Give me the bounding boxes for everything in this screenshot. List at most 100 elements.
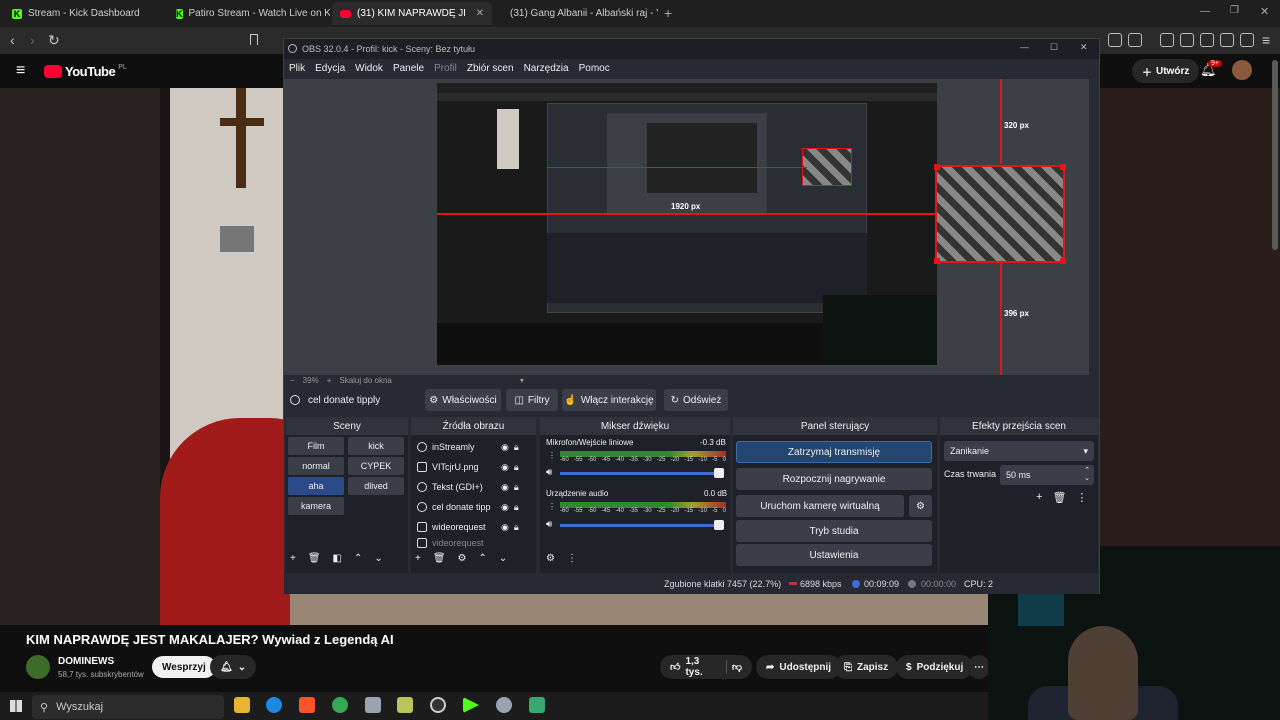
leo-icon[interactable]	[1220, 33, 1234, 47]
resize-handle[interactable]	[934, 258, 940, 264]
source-row[interactable]: Tekst (GDI+) ◉ 🔒︎	[417, 477, 533, 497]
volume-handle[interactable]	[714, 520, 724, 530]
eye-icon[interactable]: ◉	[501, 482, 509, 493]
gear-icon[interactable]: ⚙	[458, 553, 467, 564]
scrollbar[interactable]	[1272, 60, 1278, 250]
lock-icon[interactable]: 🔒︎	[514, 482, 519, 493]
menu-profile[interactable]: Profil	[434, 63, 457, 74]
menu-scene-collection[interactable]: Zbiór scen	[467, 63, 514, 74]
source-row[interactable]: VITcjrU.png ◉ 🔒︎	[417, 457, 533, 477]
scene-item[interactable]: CYPEK	[348, 457, 404, 475]
chrome-icon[interactable]	[332, 697, 348, 713]
source-row[interactable]: inStreamly ◉ 🔒︎	[417, 437, 533, 457]
close-tab-icon[interactable]: ✕	[476, 8, 484, 19]
thanks-button[interactable]: $ Podziękuj	[896, 655, 974, 679]
obs-icon[interactable]	[430, 697, 446, 713]
lock-icon[interactable]: 🔒︎	[514, 462, 519, 473]
virtual-camera-settings-button[interactable]: ⚙	[909, 495, 932, 517]
start-recording-button[interactable]: Rozpocznij nagrywanie	[736, 468, 932, 490]
menu-file[interactable]: Plik	[289, 63, 305, 74]
lock-icon[interactable]: 🔒︎	[514, 502, 519, 513]
refresh-button[interactable]: ↻ Odśwież	[664, 389, 728, 411]
eye-icon[interactable]: ◉	[501, 522, 509, 533]
move-up-icon[interactable]: ⌃	[479, 553, 487, 564]
obs-preview[interactable]: 1920 px 320 px 396 px	[284, 79, 1089, 375]
media-icon[interactable]	[1160, 33, 1174, 47]
menu-edit[interactable]: Edycja	[315, 63, 345, 74]
spinner-icon[interactable]: ⌃ ⌄	[1084, 467, 1090, 483]
menu-help[interactable]: Pomoc	[579, 63, 610, 74]
eye-icon[interactable]: ◉	[501, 462, 509, 473]
reload-icon[interactable]: ↻	[48, 32, 60, 49]
share-button[interactable]: ➦ Udostępnij	[756, 655, 842, 679]
transition-select[interactable]: Zanikanie ▾	[944, 441, 1094, 461]
volume-handle[interactable]	[714, 468, 724, 478]
more-icon[interactable]: ⋮	[548, 451, 556, 460]
source-row[interactable]: cel donate tipp ◉ 🔒︎	[417, 497, 533, 517]
trash-icon[interactable]: 🗑︎	[433, 553, 446, 564]
file-explorer-icon[interactable]	[234, 697, 250, 713]
back-icon[interactable]: ‹	[10, 32, 15, 48]
trash-icon[interactable]: 🗑︎	[1052, 491, 1066, 504]
menu-icon[interactable]: ≡	[1262, 32, 1270, 48]
resize-handle[interactable]	[1060, 258, 1066, 264]
channel-name[interactable]: DOMINEWS	[58, 656, 114, 667]
browser-tab[interactable]: (31) Gang Albanii - Albański raj - You	[496, 2, 658, 25]
filter-icon[interactable]: ◧	[333, 553, 342, 564]
properties-button[interactable]: ⚙ Właściwości	[425, 389, 501, 411]
scene-item[interactable]: dlived	[348, 477, 404, 495]
speaker-icon[interactable]: 🔊︎	[546, 467, 552, 478]
move-up-icon[interactable]: ⌃	[354, 553, 362, 564]
create-button[interactable]: ＋ Utwórz	[1132, 59, 1200, 83]
volume-slider[interactable]	[560, 472, 720, 475]
add-icon[interactable]: +	[290, 553, 296, 564]
menu-docks[interactable]: Panele	[393, 63, 424, 74]
minimize-icon[interactable]: —	[1200, 6, 1210, 17]
advanced-audio-icon[interactable]: ⚙	[546, 553, 555, 564]
youtube-logo[interactable]: YouTube PL	[44, 64, 127, 79]
bookmark-icon[interactable]	[250, 34, 258, 45]
minimize-icon[interactable]: —	[1020, 42, 1029, 52]
resize-handle[interactable]	[934, 164, 940, 170]
scene-item-selected[interactable]: aha	[288, 477, 344, 495]
browser-tab[interactable]: K Patiro Stream - Watch Live on Kick	[168, 2, 330, 25]
sidebar-icon[interactable]	[1180, 33, 1194, 47]
speaker-icon[interactable]: 🔊︎	[546, 519, 552, 530]
browser-tab[interactable]: K Stream - Kick Dashboard	[4, 2, 166, 25]
support-button[interactable]: Wesprzyj	[152, 656, 216, 678]
forward-icon[interactable]: ›	[30, 32, 35, 48]
resize-handle[interactable]	[1060, 164, 1066, 170]
close-icon[interactable]: ✕	[1260, 5, 1269, 18]
move-down-icon[interactable]: ⌄	[374, 553, 382, 564]
app-icon[interactable]	[397, 697, 413, 713]
maximize-icon[interactable]: ☐	[1050, 42, 1058, 53]
menu-view[interactable]: Widok	[355, 63, 383, 74]
volume-slider[interactable]	[560, 524, 720, 527]
scene-item[interactable]: normal	[288, 457, 344, 475]
edge-icon[interactable]	[266, 697, 282, 713]
start-virtual-camera-button[interactable]: Uruchom kamerę wirtualną	[736, 495, 904, 517]
studio-mode-button[interactable]: Tryb studia	[736, 520, 932, 542]
filters-button[interactable]: ◫ Filtry	[506, 389, 558, 411]
settings-button[interactable]: Ustawienia	[736, 544, 932, 566]
new-tab-icon[interactable]: +	[664, 5, 672, 21]
taskbar-search[interactable]: ⚲ Wyszukaj	[32, 695, 224, 719]
extension-icon[interactable]	[1128, 33, 1142, 47]
windows-start-icon[interactable]	[10, 700, 22, 712]
lock-icon[interactable]: 🔒︎	[514, 442, 519, 453]
more-options-button[interactable]: ⋯	[968, 655, 990, 679]
zoom-out-icon[interactable]: −	[290, 376, 295, 385]
wallet-icon[interactable]	[1200, 33, 1214, 47]
selected-source-box[interactable]	[935, 165, 1065, 263]
source-row[interactable]: videorequest	[417, 537, 533, 549]
extension-icon[interactable]	[1108, 33, 1122, 47]
app-icon[interactable]	[496, 697, 512, 713]
duration-input[interactable]: 50 ms ⌃ ⌄	[1000, 465, 1094, 485]
zoom-in-icon[interactable]: +	[327, 376, 332, 385]
menu-tools[interactable]: Narzędzia	[524, 63, 569, 74]
channel-avatar[interactable]	[26, 655, 50, 679]
move-down-icon[interactable]: ⌄	[499, 553, 507, 564]
vpn-icon[interactable]	[1240, 33, 1254, 47]
close-icon[interactable]: ✕	[1080, 42, 1088, 53]
eye-icon[interactable]: ◉	[501, 442, 509, 453]
